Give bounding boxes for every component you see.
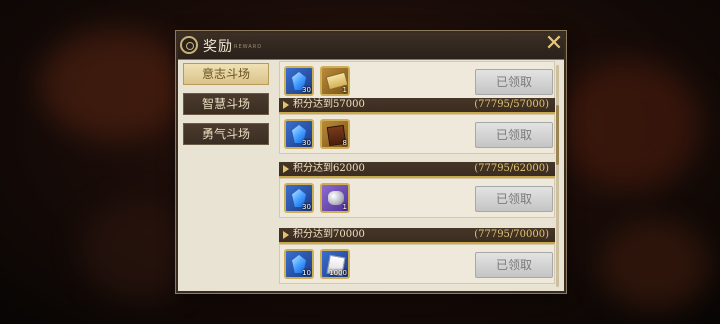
emblem-icon	[180, 36, 198, 54]
blue-crystal-icon[interactable]: 30	[284, 183, 314, 213]
reward-entry-header: 积分达到62000 (77795/62000)	[279, 162, 555, 178]
silver-ore-icon[interactable]: 1	[320, 183, 350, 213]
scrollbar-thumb[interactable]	[556, 105, 559, 165]
item-quantity: 30	[302, 139, 311, 147]
item-quantity: 1000	[329, 269, 347, 277]
reward-progress: (77795/57000)	[474, 99, 549, 110]
close-icon[interactable]: ✕	[544, 33, 564, 55]
arrow-marker-icon	[283, 165, 289, 173]
reward-list[interactable]: 30 1 已领取 积分达到57000 (77795/57000) 30 8 已领…	[279, 61, 561, 289]
tab-courage-arena[interactable]: 勇气斗场	[183, 123, 269, 145]
item-quantity: 1	[342, 86, 347, 94]
dialog-subtitle: REWARD	[234, 44, 263, 50]
claimed-button[interactable]: 已领取	[475, 252, 553, 278]
arrow-marker-icon	[283, 101, 289, 109]
claimed-button[interactable]: 已领取	[475, 69, 553, 95]
reward-entry-body: 10 1000 已领取	[279, 244, 555, 284]
item-quantity: 8	[342, 139, 347, 147]
reward-threshold: 积分达到57000	[293, 99, 365, 110]
reward-entry-header: 积分达到57000 (77795/57000)	[279, 98, 555, 114]
item-quantity: 10	[302, 269, 311, 277]
reward-entry-body: 30 8 已领取	[279, 114, 555, 154]
book-icon[interactable]: 8	[320, 119, 350, 149]
ticket-icon[interactable]: 1	[320, 66, 350, 96]
dialog-title: 奖励	[203, 39, 233, 55]
reward-threshold: 积分达到70000	[293, 229, 365, 240]
reward-progress: (77795/70000)	[474, 229, 549, 240]
reward-entry-body: 30 1 已领取	[279, 178, 555, 218]
blue-crystal-icon[interactable]: 30	[284, 66, 314, 96]
item-quantity: 1	[342, 203, 347, 211]
paper-icon[interactable]: 1000	[320, 249, 350, 279]
reward-threshold: 积分达到62000	[293, 163, 365, 174]
reward-dialog: 奖励 REWARD ✕ 意志斗场 智慧斗场 勇气斗场 30 1 已领取 积分达到…	[176, 31, 566, 293]
claimed-button[interactable]: 已领取	[475, 122, 553, 148]
scrollbar-track[interactable]	[556, 65, 559, 287]
dialog-header: 奖励 REWARD ✕	[178, 33, 564, 60]
item-quantity: 30	[302, 203, 311, 211]
tab-wisdom-arena[interactable]: 智慧斗场	[183, 93, 269, 115]
claimed-button[interactable]: 已领取	[475, 186, 553, 212]
reward-progress: (77795/62000)	[474, 163, 549, 174]
tab-will-arena[interactable]: 意志斗场	[183, 63, 269, 85]
blue-crystal-icon[interactable]: 10	[284, 249, 314, 279]
arrow-marker-icon	[283, 231, 289, 239]
reward-entry-body: 30 1 已领取	[279, 61, 555, 101]
item-quantity: 30	[302, 86, 311, 94]
reward-entry-header: 积分达到70000 (77795/70000)	[279, 228, 555, 244]
arena-tabs: 意志斗场 智慧斗场 勇气斗场	[183, 63, 271, 153]
blue-crystal-icon[interactable]: 30	[284, 119, 314, 149]
